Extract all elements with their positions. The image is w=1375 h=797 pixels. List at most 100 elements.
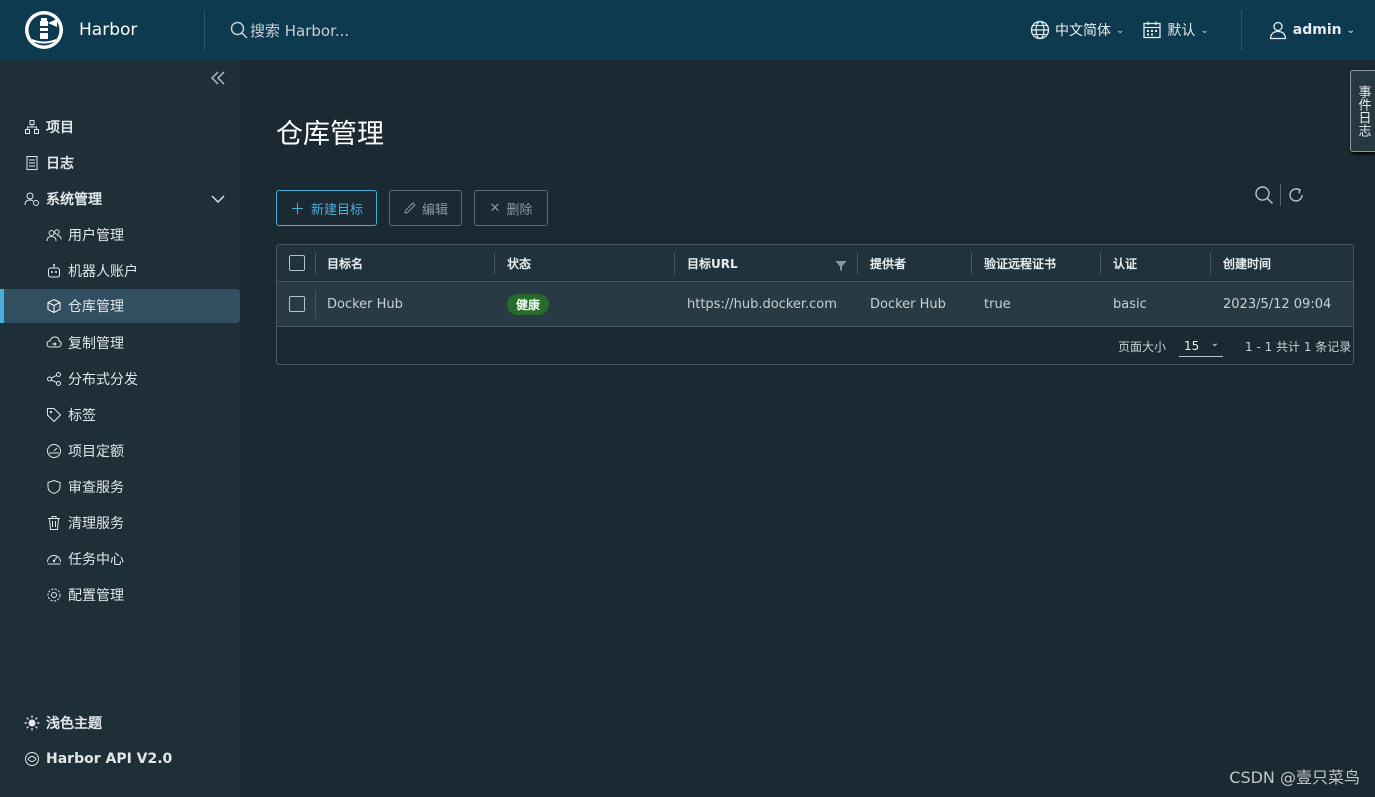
- pagination-summary: 1 - 1 共计 1 条记录: [1245, 340, 1352, 354]
- harbor-api-label: Harbor API V2.0: [46, 751, 173, 767]
- global-search[interactable]: 搜索 Harbor...: [230, 20, 630, 41]
- trash-icon: [48, 516, 60, 530]
- search-input[interactable]: 搜索 Harbor...: [250, 20, 349, 41]
- language-selector[interactable]: 中文简体 ⌄: [1030, 20, 1124, 40]
- sidebar-item-robot-accounts[interactable]: 机器人账户: [0, 254, 240, 288]
- sidebar-item-replications[interactable]: 复制管理: [0, 326, 240, 360]
- collapse-sidebar-icon[interactable]: [208, 68, 228, 88]
- globe-icon: [1030, 20, 1050, 40]
- page-size-label: 页面大小: [1118, 340, 1167, 354]
- chevron-down-icon: [211, 195, 225, 203]
- column-divider: [494, 253, 495, 274]
- top-header: Harbor 搜索 Harbor... 中文简体 ⌄ 默认 ⌄ admin ⌄: [0, 0, 1375, 60]
- sidebar-item-label: 机器人账户: [68, 264, 138, 280]
- sidebar-item-logs[interactable]: 日志: [0, 146, 240, 180]
- user-menu[interactable]: admin ⌄: [1268, 20, 1355, 40]
- sidebar-item-label: 复制管理: [68, 336, 124, 352]
- endpoint-created: 2023/5/12 09:04: [1223, 296, 1332, 312]
- sidebar-item-interrogation[interactable]: 审查服务: [0, 470, 240, 504]
- harbor-logo-icon: [25, 11, 63, 49]
- sidebar-item-label: 标签: [68, 408, 96, 424]
- sidebar-item-label: 审查服务: [68, 480, 124, 496]
- edit-button[interactable]: 编辑: [389, 190, 462, 226]
- sidebar-item-label: 日志: [46, 156, 74, 172]
- column-header-provider[interactable]: 提供者: [870, 245, 906, 281]
- chevron-down-icon: ⌄: [1210, 338, 1219, 349]
- sidebar-item-label: 项目定额: [68, 444, 124, 460]
- row-checkbox[interactable]: [289, 282, 305, 326]
- sidebar-item-configuration[interactable]: 配置管理: [0, 578, 240, 612]
- registry-icon: [47, 298, 61, 314]
- sidebar-item-label: 系统管理: [46, 192, 102, 208]
- sidebar-item-admin[interactable]: 系统管理: [0, 182, 240, 216]
- watermark: CSDN @壹只菜鸟: [1229, 768, 1360, 787]
- theme-toggle[interactable]: 浅色主题: [0, 706, 240, 740]
- sidebar-item-labels[interactable]: 标签: [0, 398, 240, 432]
- sun-icon: [24, 715, 40, 731]
- select-all-checkbox[interactable]: [289, 245, 305, 281]
- page-title: 仓库管理: [276, 119, 384, 150]
- users-icon: [46, 229, 62, 242]
- sidebar-item-label: 任务中心: [68, 552, 124, 568]
- sidebar-item-label: 用户管理: [68, 228, 124, 244]
- table-row[interactable]: Docker Hub 健康 https://hub.docker.com Doc…: [277, 282, 1353, 327]
- grid-tools: [1254, 184, 1305, 206]
- header-divider: [1240, 10, 1242, 50]
- endpoint-auth: basic: [1113, 296, 1147, 312]
- column-header-url[interactable]: 目标URL: [687, 245, 738, 281]
- refresh-icon[interactable]: [1287, 186, 1305, 204]
- new-endpoint-button[interactable]: ＋ 新建目标: [276, 190, 377, 226]
- tool-divider: [1280, 184, 1281, 206]
- shield-icon: [47, 479, 61, 495]
- delete-label: 删除: [506, 202, 533, 218]
- theme-selector[interactable]: 默认 ⌄: [1142, 20, 1209, 40]
- sidebar-item-quotas[interactable]: 项目定额: [0, 434, 240, 468]
- dashboard-icon: [47, 555, 61, 565]
- sidebar-item-clean-up[interactable]: 清理服务: [0, 506, 240, 540]
- tag-icon: [47, 408, 62, 423]
- sidebar-item-job-service[interactable]: 任务中心: [0, 542, 240, 576]
- column-header-created[interactable]: 创建时间: [1223, 245, 1271, 281]
- column-divider: [857, 253, 858, 274]
- language-label: 中文简体: [1055, 23, 1111, 39]
- app-title: Harbor: [79, 20, 138, 40]
- status-badge: 健康: [507, 293, 550, 315]
- harbor-api-link[interactable]: Harbor API V2.0: [0, 742, 240, 776]
- page-size-value: 15: [1184, 338, 1200, 353]
- endpoint-verify-cert: true: [984, 296, 1011, 312]
- table-footer: 页面大小 15 ⌄ 1 - 1 共计 1 条记录: [277, 327, 1353, 364]
- event-log-tab[interactable]: 事件日志: [1350, 70, 1375, 152]
- sidebar-item-label: 配置管理: [68, 588, 124, 604]
- sidebar-item-users[interactable]: 用户管理: [0, 218, 240, 252]
- new-endpoint-label: 新建目标: [311, 202, 364, 218]
- pencil-icon: [404, 202, 416, 214]
- page-size-select[interactable]: 15 ⌄: [1179, 335, 1223, 357]
- username: admin: [1292, 22, 1342, 38]
- gear-icon: [47, 588, 61, 602]
- brand[interactable]: Harbor: [0, 0, 204, 60]
- theme-toggle-label: 浅色主题: [46, 716, 102, 732]
- column-header-name[interactable]: 目标名: [327, 245, 363, 281]
- quota-icon: [47, 444, 61, 458]
- api-icon: [25, 752, 39, 766]
- column-divider: [971, 253, 972, 274]
- endpoint-provider: Docker Hub: [870, 296, 946, 312]
- column-divider: [1100, 253, 1101, 274]
- search-icon: [230, 21, 248, 39]
- logs-icon: [26, 156, 38, 170]
- column-header-auth[interactable]: 认证: [1113, 245, 1137, 281]
- sidebar-item-projects[interactable]: 项目: [0, 110, 240, 144]
- sidebar: 项目 日志 系统管理 用户管理 机器人账户 仓库管理 复制管理 分布式分发 标签…: [0, 60, 240, 797]
- user-icon: [1269, 21, 1286, 40]
- sidebar-item-registries[interactable]: 仓库管理: [0, 289, 240, 323]
- delete-button[interactable]: ✕ 删除: [474, 190, 548, 226]
- sidebar-item-distribution[interactable]: 分布式分发: [0, 362, 240, 396]
- column-header-verify-cert[interactable]: 验证远程证书: [984, 245, 1056, 281]
- filter-icon[interactable]: [835, 260, 847, 272]
- close-icon: ✕: [489, 200, 501, 216]
- endpoint-url: https://hub.docker.com: [687, 296, 837, 312]
- column-divider: [1210, 253, 1211, 274]
- search-icon[interactable]: [1254, 185, 1274, 205]
- robot-icon: [48, 263, 60, 278]
- column-header-status[interactable]: 状态: [507, 245, 531, 281]
